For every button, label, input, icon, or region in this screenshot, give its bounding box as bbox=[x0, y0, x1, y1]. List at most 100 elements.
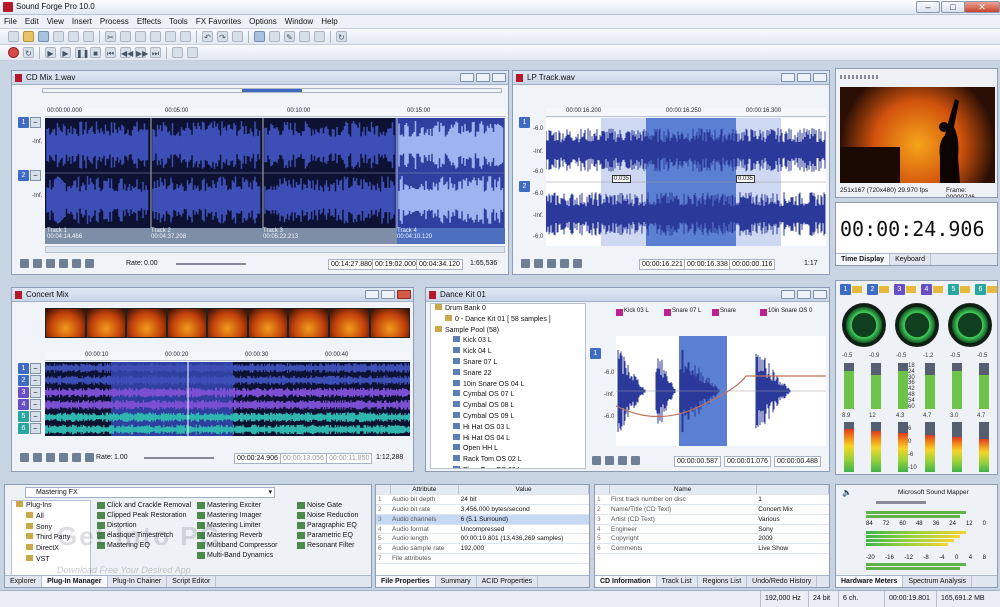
track-marker-4[interactable]: Track 4 00:04:10.120 bbox=[397, 228, 505, 244]
table-row[interactable]: 4 Audio format Uncompressed bbox=[376, 524, 589, 535]
window-close-button[interactable] bbox=[813, 290, 827, 299]
column-header[interactable]: Attribute bbox=[390, 485, 460, 496]
window-close-button[interactable] bbox=[492, 73, 506, 82]
channel-toggle[interactable]: – bbox=[30, 411, 41, 422]
region-marker[interactable]: Kick 03 L bbox=[616, 308, 649, 316]
dance-kit-titlebar[interactable]: Dance Kit 01 bbox=[426, 288, 829, 302]
event-tool-icon[interactable] bbox=[314, 31, 325, 42]
tree-item[interactable]: Kick 03 L bbox=[435, 336, 585, 347]
channel-1-label[interactable]: 1 bbox=[590, 348, 601, 359]
time-ruler[interactable]: 00:00:10 00:00:20 00:00:30 00:00:40 bbox=[45, 352, 410, 361]
plugin-item[interactable]: Click and Crackle Removal bbox=[97, 501, 191, 511]
concert-mix-titlebar[interactable]: Concert Mix bbox=[12, 288, 413, 302]
channel-1-toggle[interactable]: – bbox=[30, 117, 41, 128]
rewind-icon[interactable] bbox=[33, 453, 42, 462]
lp-track-titlebar[interactable]: LP Track.wav bbox=[513, 71, 829, 85]
channel-1-label[interactable]: 1 bbox=[519, 117, 530, 128]
channel-label[interactable]: 3 bbox=[18, 387, 29, 398]
minimize-button[interactable]: – bbox=[916, 1, 940, 13]
tree-item[interactable]: Sample Pool (58) bbox=[435, 325, 585, 337]
copy-icon[interactable] bbox=[120, 31, 131, 42]
stop-icon[interactable] bbox=[59, 453, 68, 462]
tab-spectrum-analysis[interactable]: Spectrum Analysis bbox=[903, 576, 973, 587]
menu-insert[interactable]: Insert bbox=[68, 15, 96, 29]
play-icon[interactable] bbox=[560, 259, 569, 268]
refresh-icon[interactable]: ↻ bbox=[336, 31, 347, 42]
video-thumbnail-strip[interactable] bbox=[45, 308, 410, 338]
tree-item[interactable]: Hi Hat OS 03 L bbox=[435, 422, 585, 434]
channel-label[interactable]: 4 bbox=[18, 399, 29, 410]
tree-item[interactable]: Cymbal OS 09 L bbox=[435, 411, 585, 423]
tab-plugin-chainer[interactable]: Plug-In Chainer bbox=[108, 576, 168, 587]
menu-edit[interactable]: Edit bbox=[21, 15, 43, 29]
render-icon[interactable] bbox=[68, 31, 79, 42]
go-end-icon[interactable]: ⏭ bbox=[150, 47, 161, 58]
tree-item[interactable]: Snare 22 bbox=[435, 368, 585, 380]
tree-item[interactable]: 10in Snare OS 04 L bbox=[435, 379, 585, 391]
channel-toggle[interactable]: – bbox=[30, 423, 41, 434]
table-row[interactable]: 5 Audio length 00:00:19.801 (13,436,269 sa… bbox=[376, 533, 589, 545]
meter-channel-label[interactable]: 2 bbox=[867, 284, 878, 295]
meter-channel-label[interactable]: 1 bbox=[840, 284, 851, 295]
undo-icon[interactable]: ↶ bbox=[202, 31, 213, 42]
loop-icon[interactable] bbox=[85, 453, 94, 462]
window-maximize-button[interactable] bbox=[797, 290, 811, 299]
tree-item[interactable]: Open HH L bbox=[435, 444, 585, 455]
plugin-item[interactable]: Noise Gate bbox=[297, 501, 358, 511]
menu-process[interactable]: Process bbox=[96, 15, 133, 29]
rate-slider[interactable] bbox=[144, 457, 214, 459]
cut-icon[interactable]: ✂ bbox=[105, 31, 116, 42]
prev-marker-icon[interactable] bbox=[172, 47, 183, 58]
table-row[interactable]: 3 Audio channels 6 (5.1 Surround) bbox=[376, 514, 589, 525]
go-start-icon[interactable] bbox=[521, 259, 530, 268]
tab-regions-list[interactable]: Regions List bbox=[698, 576, 748, 587]
plugin-item[interactable]: Mastering Imager bbox=[197, 511, 277, 521]
tree-item[interactable]: Rack Tom OS 02 L bbox=[435, 455, 585, 466]
channel-2-label[interactable]: 2 bbox=[18, 170, 29, 181]
channel-2-label[interactable]: 2 bbox=[519, 181, 530, 192]
menu-effects[interactable]: Effects bbox=[133, 15, 165, 29]
record-icon[interactable] bbox=[8, 47, 19, 58]
channel-toggle[interactable]: – bbox=[30, 387, 41, 398]
speaker-icon[interactable]: 🔈 bbox=[842, 488, 852, 497]
open-icon[interactable] bbox=[23, 31, 34, 42]
tab-file-properties[interactable]: File Properties bbox=[376, 576, 436, 587]
tab-acid-properties[interactable]: ACID Properties bbox=[477, 576, 539, 587]
play-icon[interactable]: ▶ bbox=[60, 47, 71, 58]
fx-chain-select[interactable]: Mastering FX ▾ bbox=[25, 487, 275, 498]
rate-slider[interactable] bbox=[176, 263, 246, 265]
loop-icon[interactable] bbox=[573, 259, 582, 268]
window-maximize-button[interactable] bbox=[381, 290, 395, 299]
menu-file[interactable]: File bbox=[0, 15, 21, 29]
rewind-icon[interactable]: ◀◀ bbox=[120, 47, 133, 58]
plugin-tree-item[interactable]: Plug-Ins bbox=[16, 501, 90, 512]
plugin-item[interactable]: Clipped Peak Restoration bbox=[97, 511, 191, 521]
channel-toggle[interactable]: – bbox=[30, 399, 41, 410]
window-maximize-button[interactable] bbox=[797, 73, 811, 82]
go-start-icon[interactable] bbox=[20, 259, 29, 268]
crop-icon[interactable] bbox=[180, 31, 191, 42]
meter-channel-label[interactable]: 3 bbox=[894, 284, 905, 295]
waveform-display[interactable] bbox=[45, 118, 505, 228]
column-header[interactable]: Value bbox=[458, 485, 589, 496]
tree-item[interactable]: Floor Tom OS 02 L bbox=[435, 465, 585, 468]
loop-icon[interactable] bbox=[85, 259, 94, 268]
plugin-item[interactable]: Paragraphic EQ bbox=[297, 521, 358, 531]
tree-item[interactable]: Snare 07 L bbox=[435, 357, 585, 369]
channel-toggle[interactable]: – bbox=[30, 375, 41, 386]
tab-time-display[interactable]: Time Display bbox=[836, 254, 891, 265]
maximize-button[interactable]: □ bbox=[941, 1, 965, 13]
menu-help[interactable]: Help bbox=[317, 15, 341, 29]
region-marker[interactable]: Snare bbox=[712, 308, 736, 316]
window-minimize-button[interactable] bbox=[781, 73, 795, 82]
next-marker-icon[interactable] bbox=[187, 47, 198, 58]
redo-icon[interactable]: ↷ bbox=[217, 31, 228, 42]
table-row[interactable]: 1 First track number on disc 1 bbox=[595, 494, 829, 506]
edit-tool-icon[interactable] bbox=[254, 31, 265, 42]
tab-explorer[interactable]: Explorer bbox=[5, 576, 43, 587]
go-start-icon[interactable] bbox=[592, 456, 601, 465]
window-minimize-button[interactable] bbox=[460, 73, 474, 82]
panel-grip[interactable] bbox=[840, 75, 880, 79]
channel-label[interactable]: 1 bbox=[18, 363, 29, 374]
plugin-item[interactable]: Parametric EQ bbox=[297, 531, 358, 541]
